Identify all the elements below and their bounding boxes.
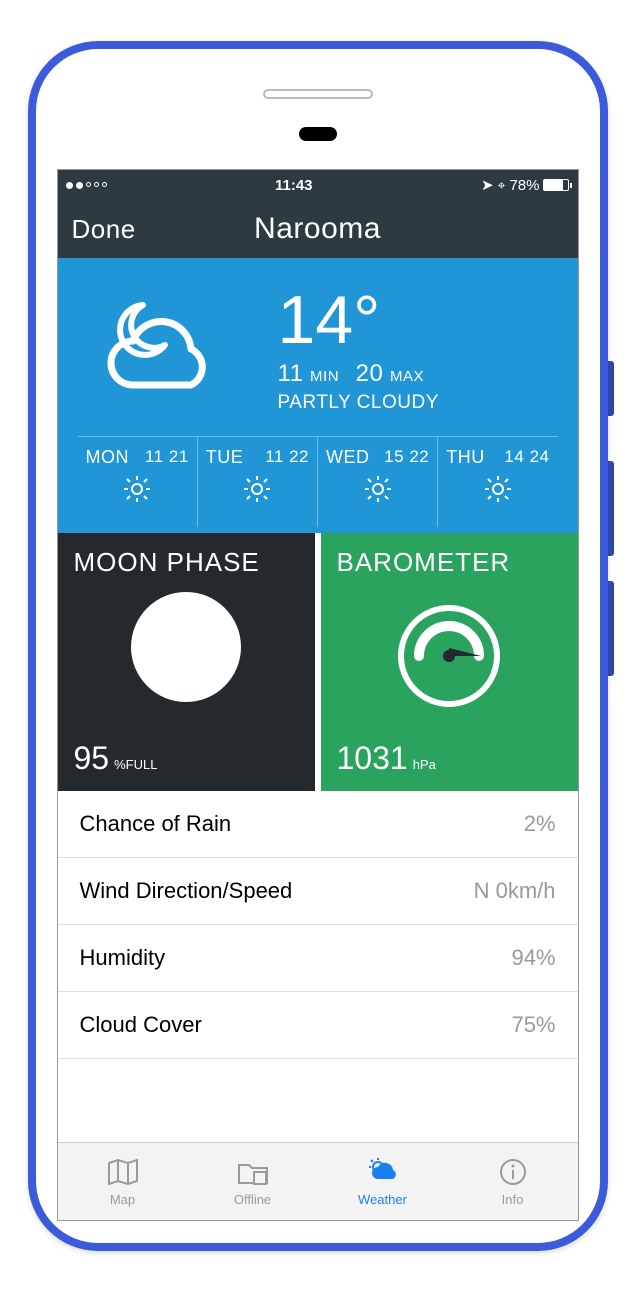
battery-icon xyxy=(543,179,569,191)
forecast-row: MON 11 21 TUE 11 22 xyxy=(78,436,558,527)
forecast-day[interactable]: THU 14 24 xyxy=(438,437,557,527)
moon-phase-title: MOON PHASE xyxy=(74,547,299,578)
detail-row: Humidity 94% xyxy=(58,925,578,992)
forecast-lo: 11 xyxy=(265,447,284,466)
location-icon: ➤ xyxy=(481,176,494,194)
detail-label: Humidity xyxy=(80,945,166,971)
nav-bar: Done Narooma xyxy=(58,200,578,258)
detail-label: Wind Direction/Speed xyxy=(80,878,293,904)
detail-row: Chance of Rain 2% xyxy=(58,791,578,858)
forecast-lo: 11 xyxy=(145,447,164,466)
sun-icon xyxy=(86,474,189,509)
tab-label: Info xyxy=(502,1192,524,1207)
forecast-day[interactable]: MON 11 21 xyxy=(78,437,198,527)
moon-icon xyxy=(131,592,241,702)
forecast-hi: 24 xyxy=(530,447,550,466)
detail-row: Cloud Cover 75% xyxy=(58,992,578,1059)
partly-cloudy-night-icon xyxy=(78,290,248,410)
tab-label: Map xyxy=(110,1192,135,1207)
forecast-lo: 14 xyxy=(504,447,524,466)
sun-icon xyxy=(206,474,309,509)
phone-button xyxy=(608,461,614,556)
status-bar: 11:43 ➤ ⌖ 78% xyxy=(58,170,578,200)
forecast-hi: 22 xyxy=(409,447,429,466)
detail-value: 94% xyxy=(511,945,555,971)
barometer-unit: hPa xyxy=(413,757,436,772)
tab-info[interactable]: Info xyxy=(448,1143,578,1220)
page-title: Narooma xyxy=(58,212,578,246)
detail-label: Chance of Rain xyxy=(80,811,232,837)
moon-unit: %FULL xyxy=(114,757,157,772)
minmax-row: 11 MIN 20 MAX xyxy=(278,360,439,388)
battery-percent: 78% xyxy=(509,177,539,194)
screen: 11:43 ➤ ⌖ 78% Done Narooma xyxy=(57,169,579,1221)
forecast-hi: 22 xyxy=(289,447,309,466)
max-temp: 20 xyxy=(356,360,384,387)
detail-value: 2% xyxy=(524,811,556,837)
phone-button xyxy=(608,361,614,416)
forecast-day-name: MON xyxy=(86,447,130,468)
info-icon xyxy=(496,1157,530,1190)
tab-offline[interactable]: Offline xyxy=(188,1143,318,1220)
barometer-value: 1031 xyxy=(337,740,408,776)
forecast-day-name: TUE xyxy=(206,447,244,468)
forecast-hi: 21 xyxy=(169,447,189,466)
detail-label: Cloud Cover xyxy=(80,1012,202,1038)
detail-row: Wind Direction/Speed N 0km/h xyxy=(58,858,578,925)
tab-weather[interactable]: Weather xyxy=(318,1143,448,1220)
tiles-row: MOON PHASE 95 %FULL BAROMETER xyxy=(58,533,578,791)
barometer-tile[interactable]: BAROMETER 1031 hPa xyxy=(321,533,578,791)
detail-value: 75% xyxy=(511,1012,555,1038)
moon-value: 95 xyxy=(74,740,110,776)
forecast-day[interactable]: WED 15 22 xyxy=(318,437,438,527)
tab-label: Weather xyxy=(358,1192,407,1207)
min-label: MIN xyxy=(310,368,339,385)
current-temp: 14° xyxy=(278,286,439,354)
current-weather-panel: 14° 11 MIN 20 MAX PARTLY CLOUDY MON xyxy=(58,258,578,533)
gauge-icon xyxy=(337,596,562,716)
forecast-day-name: WED xyxy=(326,447,370,468)
forecast-day-name: THU xyxy=(446,447,485,468)
sun-icon xyxy=(326,474,429,509)
detail-value: N 0km/h xyxy=(474,878,556,904)
signal-dots xyxy=(66,182,107,189)
tab-label: Offline xyxy=(234,1192,271,1207)
moon-phase-tile[interactable]: MOON PHASE 95 %FULL xyxy=(58,533,315,791)
phone-speaker xyxy=(263,89,373,99)
max-label: MAX xyxy=(390,368,424,385)
min-temp: 11 xyxy=(278,360,304,387)
phone-camera xyxy=(299,127,337,141)
sun-icon xyxy=(446,474,549,509)
barometer-title: BAROMETER xyxy=(337,547,562,578)
folder-icon xyxy=(236,1157,270,1190)
tab-map[interactable]: Map xyxy=(58,1143,188,1220)
phone-button xyxy=(608,581,614,676)
weather-icon xyxy=(366,1157,400,1190)
bluetooth-icon: ⌖ xyxy=(498,177,506,194)
tab-bar: Map Offline Weather xyxy=(58,1142,578,1220)
forecast-lo: 15 xyxy=(384,447,404,466)
forecast-day[interactable]: TUE 11 22 xyxy=(198,437,318,527)
details-list: Chance of Rain 2% Wind Direction/Speed N… xyxy=(58,791,578,1142)
condition-label: PARTLY CLOUDY xyxy=(278,392,439,414)
map-icon xyxy=(106,1157,140,1190)
clock: 11:43 xyxy=(275,177,313,194)
phone-frame: 11:43 ➤ ⌖ 78% Done Narooma xyxy=(28,41,608,1251)
